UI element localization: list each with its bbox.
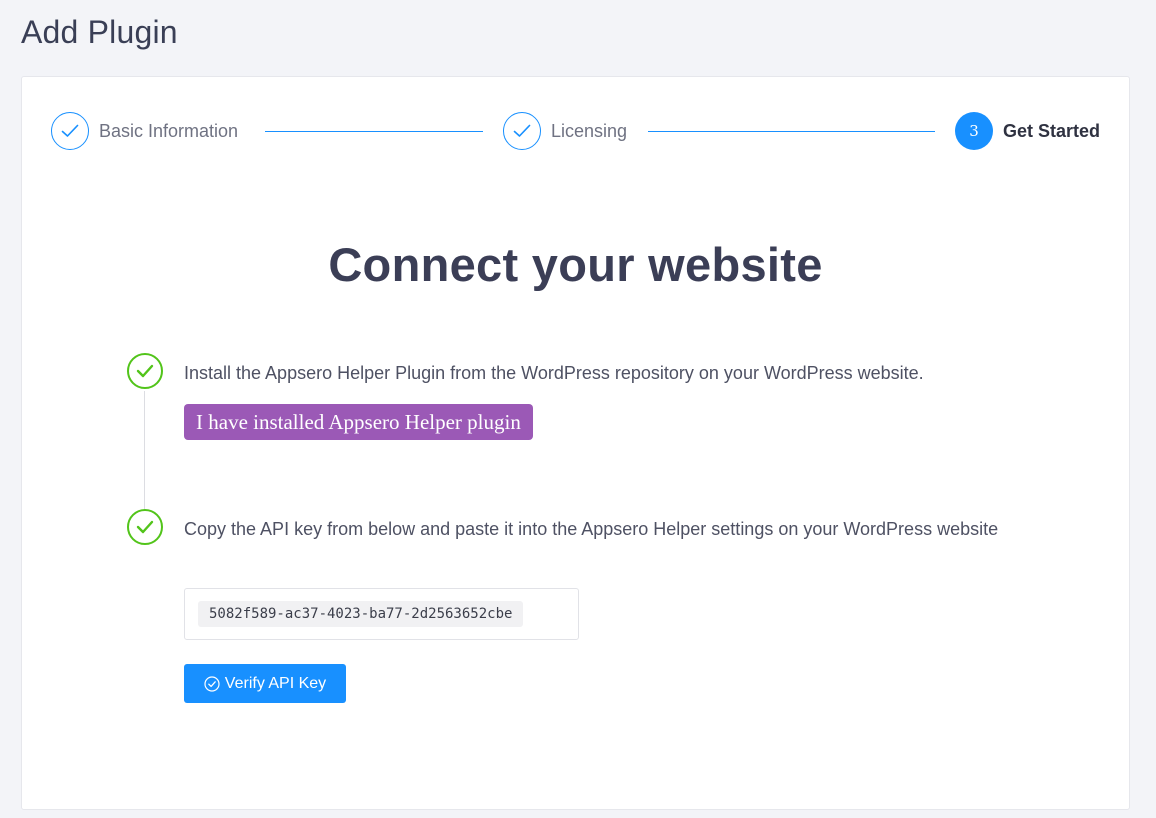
stepper: Basic Information Licensing 3 Get Starte…	[51, 112, 1103, 152]
step-connector	[265, 131, 483, 132]
step-timeline-line	[144, 391, 145, 509]
installed-helper-button[interactable]: I have installed Appsero Helper plugin	[184, 404, 533, 440]
check-icon	[513, 124, 531, 137]
step-basic-information-icon	[51, 112, 89, 150]
verify-api-key-button[interactable]: Verify API Key	[184, 664, 346, 703]
step-get-started-label: Get Started	[1003, 121, 1101, 141]
step-connector	[648, 131, 935, 132]
api-key-value[interactable]: 5082f589-ac37-4023-ba77-2d2563652cbe	[198, 601, 524, 627]
connect-heading: Connect your website	[328, 238, 823, 291]
page-title: Add Plugin	[21, 14, 178, 50]
copy-api-instruction: Copy the API key from below and paste it…	[184, 519, 999, 539]
content-card: Basic Information Licensing 3 Get Starte…	[21, 76, 1130, 810]
verify-api-key-label: Verify API Key	[224, 674, 327, 692]
step-licensing-icon	[503, 112, 541, 150]
install-instruction: Install the Appsero Helper Plugin from t…	[184, 363, 924, 383]
check-circle-icon	[127, 353, 163, 389]
api-key-box: 5082f589-ac37-4023-ba77-2d2563652cbe	[184, 588, 579, 640]
check-circle-outline-icon	[204, 675, 220, 692]
check-icon	[61, 124, 79, 137]
step-get-started-number: 3	[955, 112, 993, 150]
step-licensing-label: Licensing	[551, 121, 628, 141]
step-basic-information-label: Basic Information	[99, 121, 239, 141]
check-circle-icon	[127, 509, 163, 545]
